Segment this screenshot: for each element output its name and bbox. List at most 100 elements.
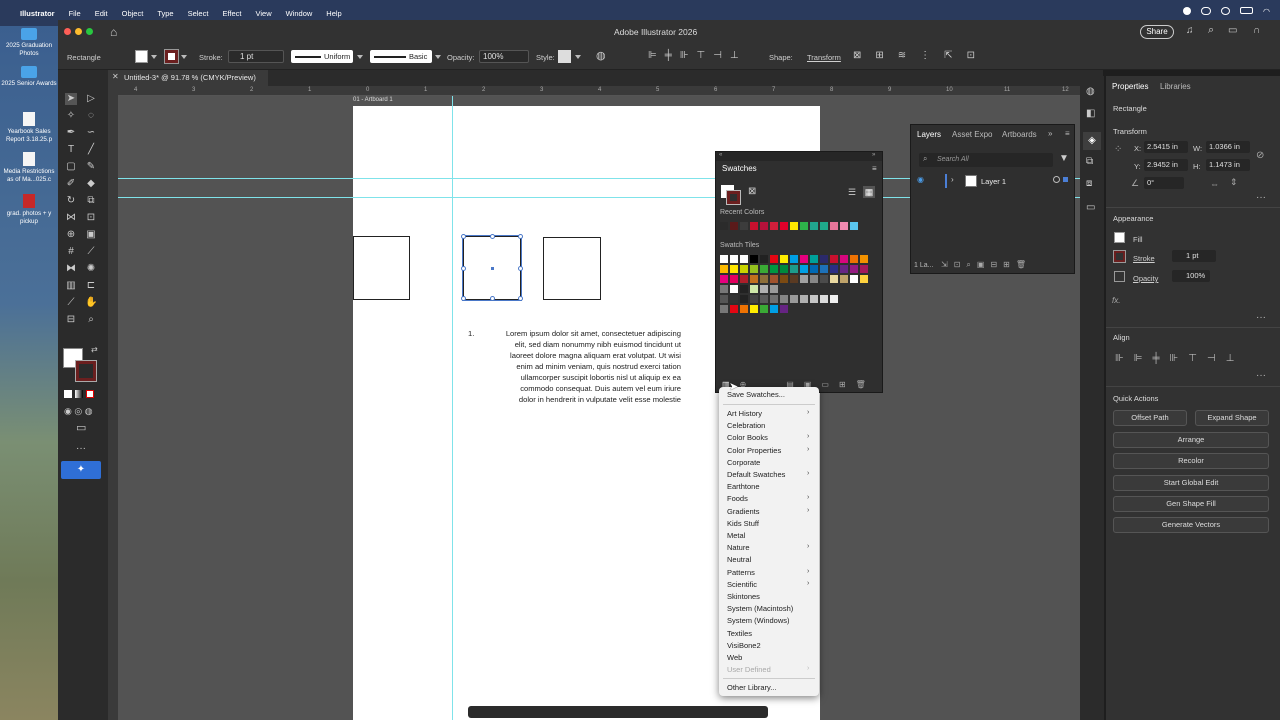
shaper-tool-icon[interactable]: ✐ (65, 178, 77, 190)
swatch-tile[interactable] (720, 295, 728, 303)
isolate-icon[interactable]: ⊠ (853, 50, 861, 61)
recent-color-swatch[interactable] (760, 222, 768, 230)
other-library-item[interactable]: Other Library... (727, 683, 776, 692)
home-icon[interactable]: ⌂ (110, 25, 117, 39)
graph-tool-icon[interactable]: ▥ (65, 280, 77, 292)
swatch-tile[interactable] (770, 285, 778, 293)
chevron-down-icon[interactable] (575, 55, 581, 59)
swatch-tile[interactable] (750, 255, 758, 263)
more-options-icon[interactable]: ··· (1256, 370, 1266, 381)
arrange-icon[interactable]: ⊞ (875, 50, 883, 61)
menu-type[interactable]: Type (157, 9, 173, 18)
more-options-icon[interactable]: ··· (1256, 192, 1266, 203)
eraser-tool-icon[interactable]: ◆ (85, 178, 97, 190)
swatch-tile[interactable] (770, 305, 778, 313)
color-mode-icon[interactable] (64, 390, 72, 398)
gradient-mode-icon[interactable] (75, 390, 83, 398)
vertical-guide[interactable] (452, 96, 453, 720)
swatch-tile[interactable] (860, 275, 868, 283)
swatch-tile[interactable] (790, 265, 798, 273)
selection-handle[interactable] (490, 296, 495, 301)
recent-color-swatch[interactable] (770, 222, 778, 230)
swatch-tile[interactable] (730, 265, 738, 273)
menu-object[interactable]: Object (122, 9, 144, 18)
selection-handle[interactable] (461, 234, 466, 239)
delete-layer-icon[interactable]: 🗑 (1016, 260, 1026, 270)
more-tabs-icon[interactable]: » (1048, 129, 1052, 138)
brush-definition[interactable]: Basic (370, 50, 432, 63)
swatch-tile[interactable] (740, 275, 748, 283)
export-icon[interactable]: ⇲ (941, 260, 948, 270)
swatch-tile[interactable] (800, 295, 808, 303)
bell-icon[interactable]: ♫ (1186, 25, 1194, 36)
fx-button[interactable]: fx. (1112, 296, 1120, 305)
swatch-tile[interactable] (810, 255, 818, 263)
record-icon[interactable] (1183, 7, 1192, 15)
collect-export-icon[interactable]: ⊡ (954, 260, 961, 270)
swatch-tile[interactable] (740, 295, 748, 303)
library-menu-item[interactable]: Textiles (727, 629, 752, 638)
arrange-button[interactable]: Arrange (1113, 432, 1269, 448)
swatch-tile[interactable] (760, 305, 768, 313)
blend-tool-icon[interactable]: ⧓ (65, 263, 77, 275)
swatch-tile[interactable] (720, 265, 728, 273)
swatch-tile[interactable] (790, 295, 798, 303)
artboards-dock-icon[interactable]: ⧉ (1086, 156, 1093, 167)
library-menu-item[interactable]: Art History › (727, 409, 809, 418)
visibility-eye-icon[interactable]: ◉ (917, 175, 924, 184)
library-menu-item[interactable]: Foods › (727, 494, 809, 503)
library-menu-item[interactable]: Color Properties › (727, 446, 809, 455)
swatch-tile[interactable] (840, 265, 848, 273)
swatch-tile[interactable] (760, 265, 768, 273)
swatch-tile[interactable] (810, 295, 818, 303)
libraries-tab[interactable]: Libraries (1160, 82, 1191, 91)
eyedropper-tool-icon[interactable]: ⟋ (85, 246, 97, 258)
swatch-tile[interactable] (760, 255, 768, 263)
properties-dock-icon[interactable]: ◍ (1086, 86, 1095, 97)
generative-tool-button[interactable]: ✦ (61, 461, 101, 479)
library-menu-item[interactable]: Gradients › (727, 507, 809, 516)
recent-color-swatch[interactable] (810, 222, 818, 230)
selected-rectangle[interactable] (461, 234, 523, 301)
battery-icon[interactable] (1240, 7, 1254, 14)
symbol-sprayer-tool-icon[interactable]: ✺ (85, 263, 97, 275)
align-middle-icon[interactable]: ⊣ (713, 50, 722, 61)
new-swatch-icon[interactable]: ⊞ (839, 380, 846, 389)
align-top-icon[interactable]: ⊤ (1188, 353, 1197, 364)
new-layer-icon[interactable]: ⊞ (1003, 260, 1010, 270)
library-menu-item[interactable]: Earthtone (727, 482, 760, 491)
opacity-label[interactable]: Opacity (1133, 274, 1158, 283)
swatch-tile[interactable] (750, 275, 758, 283)
swatch-tile[interactable] (750, 305, 758, 313)
library-menu-item[interactable]: Kids Stuff (727, 519, 759, 528)
swatch-tile[interactable] (780, 305, 788, 313)
swatch-tile[interactable] (780, 265, 788, 273)
swatch-tile[interactable] (800, 255, 808, 263)
swatch-tile[interactable] (840, 255, 848, 263)
properties-tab[interactable]: Properties (1112, 82, 1148, 91)
rotation-input[interactable]: 0° (1144, 177, 1184, 189)
desktop-folder-graduation[interactable]: 2025 Graduation Photos (0, 28, 58, 57)
screen-mode-icon[interactable]: ▭ (76, 421, 86, 434)
recent-color-swatch[interactable] (850, 222, 858, 230)
swatch-tile[interactable] (760, 295, 768, 303)
align-vcenter-icon[interactable]: ⊣ (1207, 353, 1216, 364)
list-view-icon[interactable]: ☰ (848, 187, 856, 198)
align-hcenter-icon[interactable]: ╪ (1152, 353, 1159, 364)
library-menu-item[interactable]: Corporate (727, 458, 760, 467)
fill-swatch[interactable] (135, 50, 148, 63)
recent-color-swatch[interactable] (830, 222, 838, 230)
generate-vectors-button[interactable]: Generate Vectors (1113, 517, 1269, 533)
flip-horizontal-icon[interactable]: ⇔ (1210, 179, 1219, 189)
swatch-tile[interactable] (780, 275, 788, 283)
align-to-icon[interactable]: ⊪ (1115, 353, 1124, 364)
shape-builder-tool-icon[interactable]: ⊕ (65, 229, 77, 241)
swatch-tile[interactable] (830, 265, 838, 273)
recent-color-swatch[interactable] (780, 222, 788, 230)
swatch-tile[interactable] (720, 305, 728, 313)
menu-window[interactable]: Window (286, 9, 313, 18)
swatch-tile[interactable] (740, 255, 748, 263)
graphic-style-swatch[interactable] (558, 50, 571, 63)
grid-icon[interactable]: ⋮ (920, 50, 930, 61)
stroke-color-box[interactable] (75, 360, 97, 382)
